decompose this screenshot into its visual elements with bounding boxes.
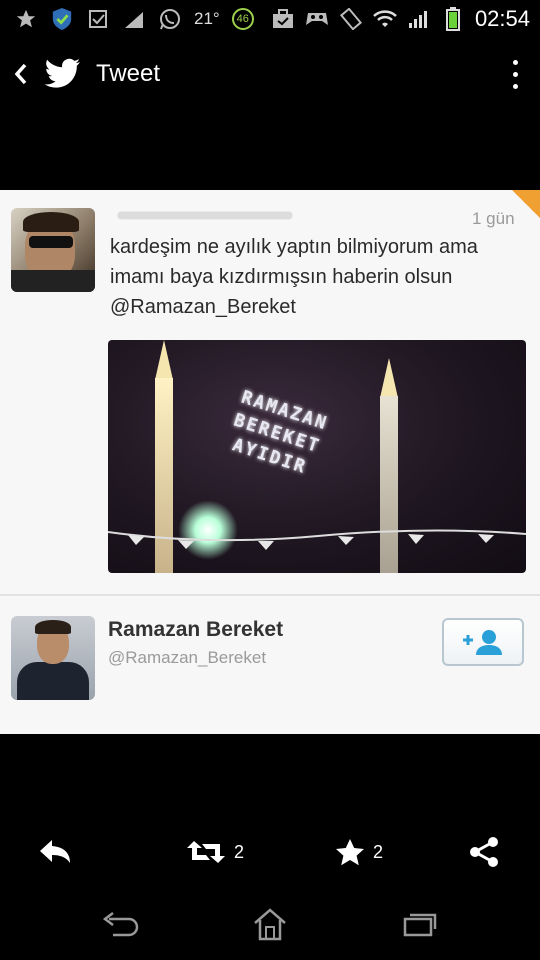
app-bar: Tweet	[0, 46, 540, 102]
battery-icon	[441, 7, 465, 31]
author-avatar[interactable]	[11, 208, 95, 292]
tweet-screenshot: 1 gün kardeşim ne ayılık yaptın bilmiyor…	[0, 190, 540, 734]
star-icon	[336, 839, 364, 866]
whatsapp-icon	[158, 7, 182, 31]
retweet-button[interactable]: 2	[186, 834, 244, 870]
screen-rotation-icon	[339, 7, 363, 31]
checkbox-icon	[86, 7, 110, 31]
divider	[0, 594, 540, 596]
recent-apps-icon[interactable]	[395, 904, 445, 944]
tweet-actions: 2 2	[0, 818, 540, 888]
signal-icon	[122, 7, 146, 31]
game-controller-icon	[305, 7, 329, 31]
tweet-time: 1 gün	[472, 209, 515, 228]
briefcase-icon	[271, 7, 295, 31]
share-icon	[470, 837, 498, 867]
favorite-button[interactable]: 2	[335, 834, 383, 870]
back-arrow-icon[interactable]	[96, 904, 146, 944]
home-icon[interactable]	[245, 904, 295, 944]
minaret-spire	[155, 340, 173, 380]
chevron-left-icon[interactable]	[6, 46, 36, 102]
star-icon	[14, 7, 38, 31]
clock-time: 02:54	[474, 6, 530, 31]
cell-signal-icon	[407, 7, 431, 31]
minaret-spire	[380, 358, 398, 398]
user-handle: @Ramazan_Bereket	[108, 648, 267, 667]
mahya-lights-text: RAMAZAN BEREKET AYIDIR	[229, 386, 331, 479]
user-name[interactable]: Ramazan Bereket	[108, 618, 283, 642]
flag-bunting	[108, 529, 526, 550]
retweet-count: 2	[234, 841, 245, 862]
user-card: Ramazan Bereket @Ramazan_Bereket	[0, 600, 540, 734]
system-nav-bar	[0, 890, 540, 960]
author-name-blurred	[117, 211, 293, 220]
tweet-card: 1 gün kardeşim ne ayılık yaptın bilmiyor…	[0, 190, 540, 590]
share-button[interactable]	[468, 834, 500, 870]
tweet-media-image[interactable]: RAMAZAN BEREKET AYIDIR	[108, 340, 526, 573]
favorite-count: 2	[373, 841, 384, 862]
reply-button[interactable]	[38, 834, 74, 870]
notification-badge: 46	[231, 8, 254, 30]
temperature-text: 21°	[194, 9, 220, 28]
retweet-icon	[187, 841, 225, 863]
follow-button[interactable]	[442, 618, 524, 666]
wifi-icon	[373, 7, 397, 31]
user-avatar[interactable]	[11, 616, 95, 700]
twitter-bird-icon	[44, 58, 82, 90]
overflow-menu-icon[interactable]	[508, 56, 522, 92]
reply-icon	[40, 840, 70, 863]
tweet-text: kardeşim ne ayılık yaptın bilmiyorum ama…	[110, 236, 478, 318]
add-user-icon	[463, 630, 502, 655]
status-bar: 21° 46 02:54	[0, 0, 540, 38]
shield-icon	[50, 7, 74, 31]
page-title: Tweet	[96, 60, 161, 87]
